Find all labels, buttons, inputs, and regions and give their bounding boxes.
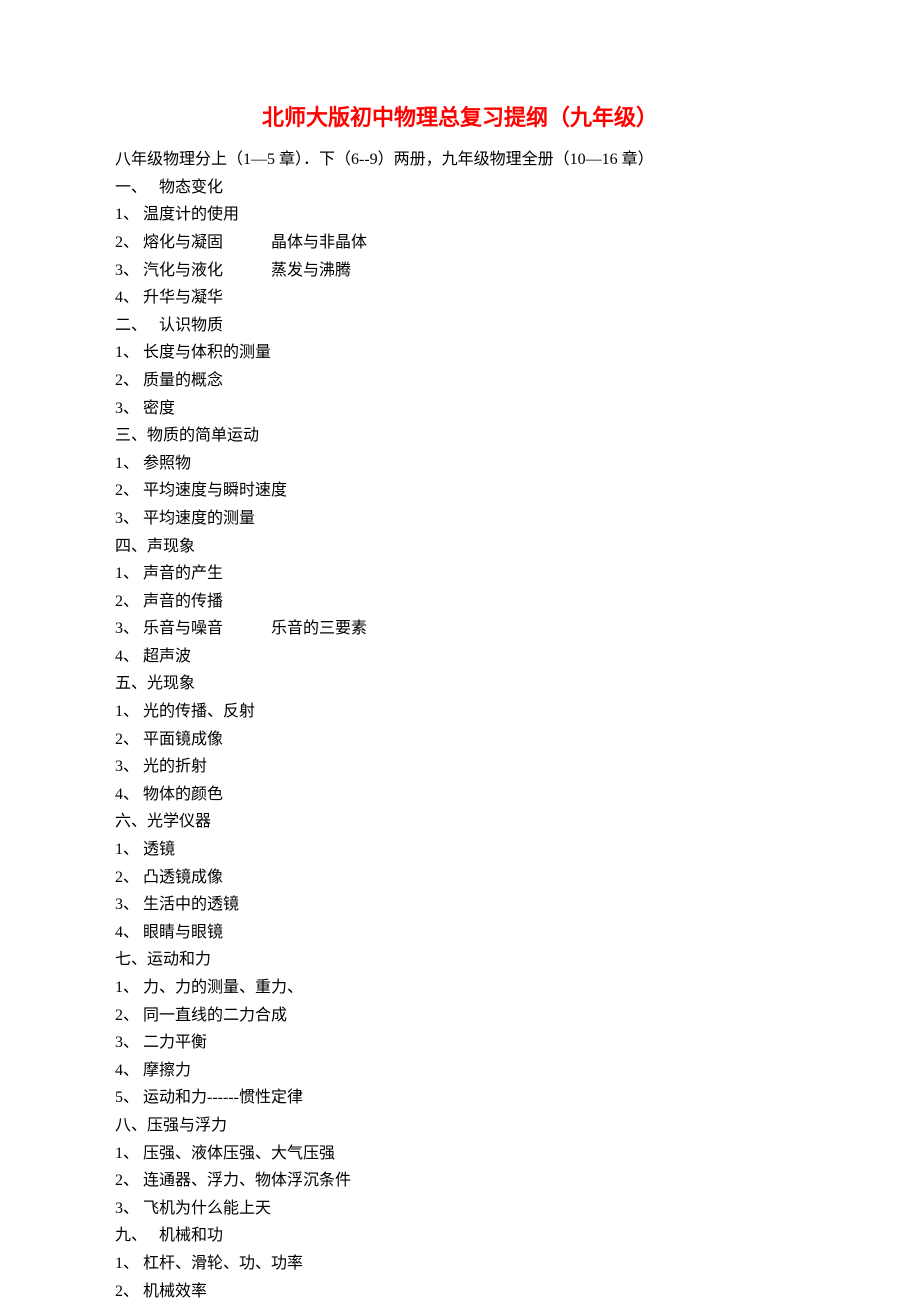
outline-item: 3、 飞机为什么能上天 — [115, 1196, 805, 1222]
outline-item: 1、 杠杆、滑轮、功、功率 — [115, 1251, 805, 1277]
item-text: 3、 乐音与噪音 — [115, 620, 223, 637]
outline-item: 3、 密度 — [115, 396, 805, 422]
outline-item: 2、 平面镜成像 — [115, 727, 805, 753]
item-text: 4、 眼睛与眼镜 — [115, 924, 223, 941]
section-header: 一、 物态变化 — [115, 175, 805, 201]
item-text: 1、 力、力的测量、重力、 — [115, 979, 303, 996]
outline-item: 4、 升华与凝华 — [115, 285, 805, 311]
item-text: 1、 杠杆、滑轮、功、功率 — [115, 1255, 303, 1272]
outline-item: 2、 声音的传播 — [115, 589, 805, 615]
item-text: 3、 光的折射 — [115, 758, 207, 775]
item-text: 2、 声音的传播 — [115, 593, 223, 610]
outline-item: 4、 物体的颜色 — [115, 782, 805, 808]
outline-item: 1、 温度计的使用 — [115, 202, 805, 228]
outline-item: 1、 长度与体积的测量 — [115, 340, 805, 366]
item-text: 4、 物体的颜色 — [115, 786, 223, 803]
outline-content: 一、 物态变化 1、 温度计的使用 2、 熔化与凝固 晶体与非晶体 3、 汽化与液化 蒸发… — [115, 175, 805, 1304]
section-header: 二、 认识物质 — [115, 313, 805, 339]
outline-item: 1、 透镜 — [115, 837, 805, 863]
section-header: 三、物质的简单运动 — [115, 423, 805, 449]
item-text-secondary: 乐音的三要素 — [271, 620, 367, 637]
item-text: 1、 长度与体积的测量 — [115, 344, 271, 361]
section-header: 四、声现象 — [115, 534, 805, 560]
item-text: 5、 运动和力------惯性定律 — [115, 1089, 303, 1106]
item-text: 2、 平面镜成像 — [115, 731, 223, 748]
outline-item: 4、 摩擦力 — [115, 1058, 805, 1084]
item-text-secondary: 晶体与非晶体 — [271, 234, 367, 251]
item-text: 1、 光的传播、反射 — [115, 703, 255, 720]
item-text: 2、 同一直线的二力合成 — [115, 1007, 287, 1024]
item-text: 2、 熔化与凝固 — [115, 234, 223, 251]
item-text: 4、 超声波 — [115, 648, 191, 665]
item-text: 2、 质量的概念 — [115, 372, 223, 389]
outline-item: 3、 光的折射 — [115, 754, 805, 780]
item-text: 3、 汽化与液化 — [115, 262, 223, 279]
item-text: 3、 飞机为什么能上天 — [115, 1200, 271, 1217]
section-header: 五、光现象 — [115, 671, 805, 697]
item-text: 1、 参照物 — [115, 455, 191, 472]
outline-item: 3、 汽化与液化 蒸发与沸腾 — [115, 258, 805, 284]
outline-item: 2、 质量的概念 — [115, 368, 805, 394]
outline-item: 2、 平均速度与瞬时速度 — [115, 478, 805, 504]
outline-item: 1、 力、力的测量、重力、 — [115, 975, 805, 1001]
section-header: 八、压强与浮力 — [115, 1113, 805, 1139]
item-text: 1、 温度计的使用 — [115, 206, 239, 223]
item-text: 3、 密度 — [115, 400, 175, 417]
item-text: 3、 生活中的透镜 — [115, 896, 239, 913]
document-title: 北师大版初中物理总复习提纲（九年级） — [115, 100, 805, 135]
item-text: 1、 声音的产生 — [115, 565, 223, 582]
outline-item: 2、 熔化与凝固 晶体与非晶体 — [115, 230, 805, 256]
outline-item: 1、 参照物 — [115, 451, 805, 477]
item-text: 3、 平均速度的测量 — [115, 510, 255, 527]
item-text: 2、 凸透镜成像 — [115, 869, 223, 886]
outline-item: 2、 机械效率 — [115, 1279, 805, 1304]
outline-item: 3、 二力平衡 — [115, 1030, 805, 1056]
outline-item: 2、 同一直线的二力合成 — [115, 1003, 805, 1029]
outline-item: 5、 运动和力------惯性定律 — [115, 1085, 805, 1111]
outline-item: 4、 超声波 — [115, 644, 805, 670]
item-text: 2、 平均速度与瞬时速度 — [115, 482, 287, 499]
outline-item: 3、 乐音与噪音 乐音的三要素 — [115, 616, 805, 642]
outline-item: 1、 声音的产生 — [115, 561, 805, 587]
outline-item: 2、 凸透镜成像 — [115, 865, 805, 891]
item-text: 2、 机械效率 — [115, 1283, 207, 1300]
document-subtitle: 八年级物理分上（1—5 章）．下（6--9）两册，九年级物理全册（10—16 章… — [115, 147, 805, 173]
item-text: 4、 升华与凝华 — [115, 289, 223, 306]
item-text: 1、 透镜 — [115, 841, 175, 858]
outline-item: 4、 眼睛与眼镜 — [115, 920, 805, 946]
outline-item: 1、 光的传播、反射 — [115, 699, 805, 725]
item-text: 1、 压强、液体压强、大气压强 — [115, 1145, 335, 1162]
section-header: 六、光学仪器 — [115, 809, 805, 835]
item-text: 3、 二力平衡 — [115, 1034, 207, 1051]
outline-item: 3、 生活中的透镜 — [115, 892, 805, 918]
section-header: 九、 机械和功 — [115, 1223, 805, 1249]
item-text-secondary: 蒸发与沸腾 — [271, 262, 351, 279]
section-header: 七、运动和力 — [115, 947, 805, 973]
outline-item: 1、 压强、液体压强、大气压强 — [115, 1141, 805, 1167]
item-text: 2、 连通器、浮力、物体浮沉条件 — [115, 1172, 351, 1189]
outline-item: 3、 平均速度的测量 — [115, 506, 805, 532]
outline-item: 2、 连通器、浮力、物体浮沉条件 — [115, 1168, 805, 1194]
item-text: 4、 摩擦力 — [115, 1062, 191, 1079]
